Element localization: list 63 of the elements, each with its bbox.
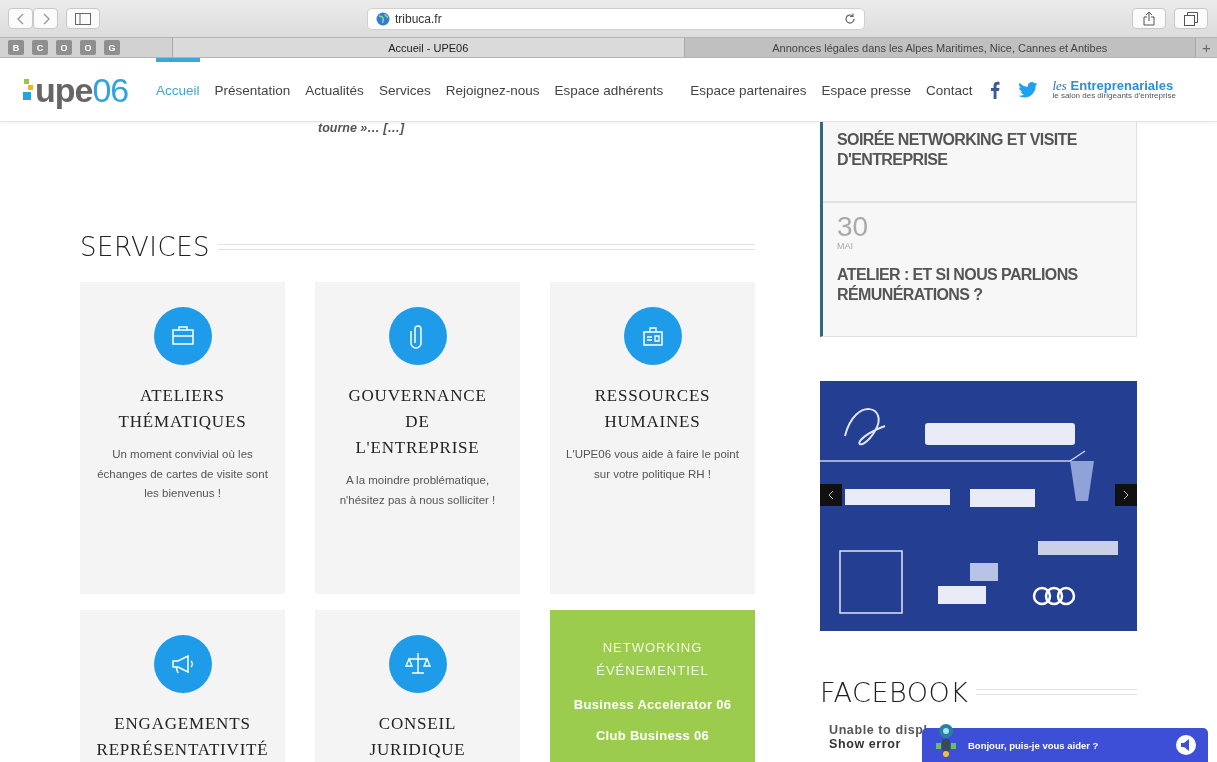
chevron-left-icon [16,12,25,25]
twitter-icon[interactable] [1018,81,1039,98]
megaphone-icon [153,635,212,693]
card-text: Un moment convivial où les échanges de cartes de visite sont les bienvenus ! [96,447,269,501]
nav-link[interactable]: Espace presse [821,57,911,122]
event-month: MAI [837,241,854,251]
globe-icon [376,11,390,26]
service-card[interactable]: RESSOURCES HUMAINES L'UPE06 vous aide à faire le point sur votre politique RH ! [550,282,755,594]
share-button[interactable] [1132,8,1166,29]
card-text: A la moindre problématique, n'hésitez pas à nous solliciter ! [338,473,497,508]
section-heading: SERVICES [80,232,211,262]
tabs-icon [1184,11,1198,26]
card-title: GOUVERNANCE DE L'ENTREPRISE [348,385,487,459]
card-title: ATELIERS THÉMATIQUES [118,385,247,433]
card-title: CONSEIL JURIDIQUE [369,713,466,761]
chevron-left-icon [828,490,834,500]
nav-link[interactable]: Services [378,57,431,122]
card-title: NETWORKING ÉVÉNEMENTIEL [596,639,709,680]
sidebar-icon [75,12,91,25]
back-button[interactable] [8,8,33,29]
briefcase-icon [153,307,212,365]
chevron-right-icon [41,12,50,25]
tiles-icon [22,78,34,101]
excerpt-text: tourne »… […] [317,122,406,136]
reload-icon[interactable] [844,12,856,25]
chat-widget[interactable]: Bonjour, puis-je vous aider ? [922,728,1208,762]
id-badge-icon [623,307,682,365]
chat-message: Bonjour, puis-je vous aider ? [968,739,1100,751]
service-card[interactable]: CONSEIL JURIDIQUE [315,610,520,762]
card-title: RESSOURCES HUMAINES [594,385,711,433]
address-field[interactable]: tribuca.fr [367,7,865,30]
scales-icon [388,635,447,693]
nav-link[interactable]: Actualités [305,57,364,122]
service-card[interactable]: GOUVERNANCE DE L'ENTREPRISE A la moindre problématique, n'hésitez pas à nous solliciter ! [315,282,520,594]
browser-tab[interactable]: Accueil - UPE06 [172,38,684,57]
section-heading: FACEBOOK [820,676,969,708]
chevron-right-icon [1123,490,1129,500]
show-error-link[interactable]: Show error [829,737,901,751]
sidebar-button[interactable] [66,8,100,29]
event-title[interactable]: SOIRÉE NETWORKING ET VISITE D'ENTREPRISE [837,130,1127,170]
service-card[interactable]: ENGAGEMENTS REPRÉSENTATIVITÉ [80,610,285,762]
tabs-button[interactable] [1174,8,1208,29]
forward-button[interactable] [33,8,58,29]
nav-link[interactable]: Présentation [214,57,291,122]
event-day: 30 [837,213,1122,241]
card-title: ENGAGEMENTS REPRÉSENTATIVITÉ [96,713,269,761]
browser-tab[interactable]: Annonces légales dans les Alpes Maritimes, Nice, Cannes et Antibes [683,38,1195,57]
speaker-icon[interactable] [1176,735,1196,755]
nav-link[interactable]: Espace partenaires [690,57,807,122]
nav-link[interactable]: Espace adhérents [554,57,664,122]
share-icon [1143,11,1155,26]
robot-icon [934,722,958,760]
partner-tagline: le salon des dirigeants d'entreprise [1052,92,1176,100]
url-text: tribuca.fr [395,11,443,26]
nav-link[interactable]: Contact [925,57,973,122]
nav-link[interactable]: Rejoignez-nous [445,57,540,122]
paperclip-icon [388,307,447,365]
event-title[interactable]: ATELIER : ET SI NOUS PARLIONS RÉMUNÉRATIONS ? [837,265,1127,305]
service-card[interactable]: ATELIERS THÉMATIQUES Un moment convivial où les échanges de cartes de visite sont les bienvenus ! [80,282,285,594]
site-logo[interactable]: upe06 [35,72,129,107]
card-text: L'UPE06 vous aide à faire le point sur votre politique RH ! [565,447,740,482]
facebook-icon[interactable] [990,80,1001,99]
partner-logo[interactable]: les Entreprenariales [1052,79,1176,92]
